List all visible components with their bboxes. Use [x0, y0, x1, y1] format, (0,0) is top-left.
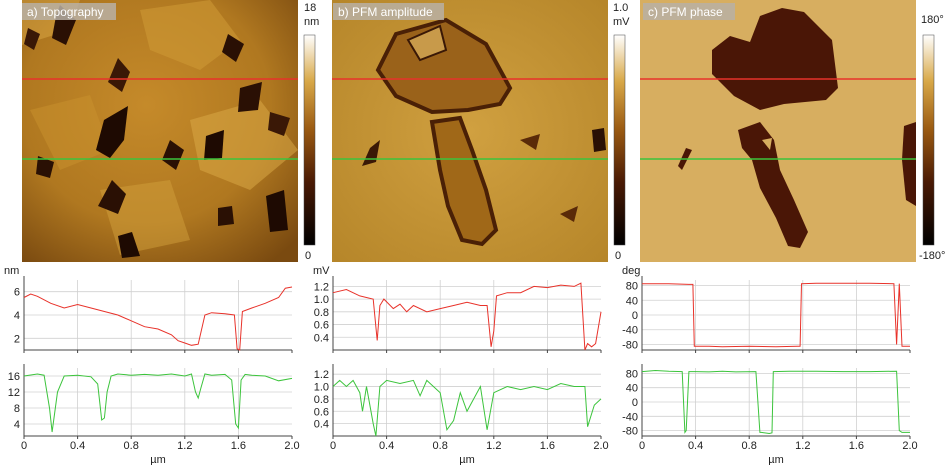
y-tick-label: 12 — [8, 387, 20, 399]
profile-plot-phase-green: 80400-40-800 0.4 0.8 1.2 1.6 2.0µm — [622, 364, 918, 465]
x-tick-label: 1.6 — [849, 440, 864, 452]
amplitude-colorbar-unit: mV — [613, 16, 630, 28]
topography-colorbar-min: 0 — [305, 250, 311, 262]
y-tick-label: 0.4 — [314, 419, 329, 431]
x-tick-label: 1.2 — [177, 440, 192, 452]
y-tick-label: 0 — [632, 310, 638, 322]
topography-title: a) Topography — [27, 5, 104, 19]
y-tick-label: 1.0 — [314, 382, 329, 394]
amplitude-colorbar — [613, 34, 626, 246]
y-tick-label: 0.8 — [314, 307, 329, 319]
x-tick-label: 2.0 — [284, 440, 299, 452]
y-tick-label: 0.6 — [314, 320, 329, 332]
amplitude-colorbar-max: 1.0 — [613, 2, 628, 14]
y-axis-unit: deg — [622, 265, 640, 277]
phase-colorbar-min: -180° — [919, 250, 945, 262]
y-tick-label: -80 — [622, 339, 638, 351]
y-tick-label: 80 — [626, 368, 638, 380]
y-tick-label: 80 — [626, 281, 638, 293]
profile-series-line — [23, 286, 293, 351]
x-axis-label: µm — [768, 454, 784, 465]
x-tick-label: 0 — [21, 440, 27, 452]
y-tick-label: 1.2 — [314, 281, 329, 293]
y-tick-label: -40 — [622, 325, 638, 337]
profile-plot-topo-green: 4 8 12 16 0 0.4 0.8 1.2 1.6 2.0 µm — [8, 364, 300, 465]
y-tick-label: 4 — [14, 310, 20, 322]
profile-series-line — [332, 379, 602, 437]
x-tick-label: 0.4 — [688, 440, 703, 452]
profile-plot-phase-red: 80 40 0 -40 -80 deg — [622, 265, 911, 353]
x-tick-label: 0.4 — [70, 440, 85, 452]
x-tick-label: 0 — [639, 440, 645, 452]
phase-title: c) PFM phase — [648, 5, 723, 19]
y-tick-label: -80 — [622, 426, 638, 438]
x-tick-label: 1.6 — [540, 440, 555, 452]
amplitude-title: b) PFM amplitude — [338, 5, 433, 19]
y-tick-label: 6 — [14, 287, 20, 299]
x-tick-label: 0 — [330, 440, 336, 452]
y-tick-label: 0.4 — [314, 332, 329, 344]
topography-panel: a) Topography 18 nm 0 — [22, 0, 319, 262]
x-tick-label: 1.6 — [231, 440, 246, 452]
profile-plot-amp-red: 0.40.60.81.01.2 mV — [313, 265, 602, 353]
phase-panel: c) PFM phase 180° -180° — [640, 0, 945, 262]
y-tick-label: 1.2 — [314, 369, 329, 381]
profile-series-line — [332, 282, 602, 351]
y-axis-unit: mV — [313, 265, 330, 277]
profile-plot-amp-green: 0.40.60.81.01.20 0.4 0.8 1.2 1.6 2.0µm — [314, 364, 609, 465]
amplitude-colorbar-min: 0 — [615, 250, 621, 262]
profile-series-line — [23, 373, 293, 433]
x-tick-label: 1.2 — [486, 440, 501, 452]
y-tick-label: 0.8 — [314, 394, 329, 406]
x-tick-label: 0.8 — [742, 440, 757, 452]
y-tick-label: 16 — [8, 371, 20, 383]
profile-plot-topo-red: 2 4 6 nm — [4, 265, 293, 353]
y-tick-label: 8 — [14, 403, 20, 415]
topography-colorbar — [303, 34, 316, 246]
y-tick-label: 0 — [632, 397, 638, 409]
y-tick-label: 0.6 — [314, 406, 329, 418]
y-tick-label: 40 — [626, 383, 638, 395]
figure: a) Topography 18 nm 0 b) PFM amplitude 1… — [4, 0, 945, 465]
x-tick-label: 0.4 — [379, 440, 394, 452]
y-axis-unit: nm — [4, 265, 19, 277]
topography-colorbar-unit: nm — [304, 16, 319, 28]
amplitude-panel: b) PFM amplitude 1.0 mV 0 — [332, 0, 630, 262]
phase-colorbar — [922, 34, 935, 246]
x-axis-label: µm — [150, 454, 166, 465]
y-tick-label: 2 — [14, 333, 20, 345]
x-tick-label: 0.8 — [124, 440, 139, 452]
x-tick-label: 0.8 — [433, 440, 448, 452]
y-tick-label: 4 — [14, 419, 20, 431]
x-tick-label: 2.0 — [902, 440, 917, 452]
x-tick-label: 2.0 — [593, 440, 608, 452]
y-tick-label: 40 — [626, 295, 638, 307]
y-tick-label: 1.0 — [314, 294, 329, 306]
topography-colorbar-max: 18 — [304, 2, 316, 14]
x-tick-label: 1.2 — [795, 440, 810, 452]
y-tick-label: -40 — [622, 411, 638, 423]
x-axis-label: µm — [459, 454, 475, 465]
phase-colorbar-max: 180° — [921, 14, 944, 26]
